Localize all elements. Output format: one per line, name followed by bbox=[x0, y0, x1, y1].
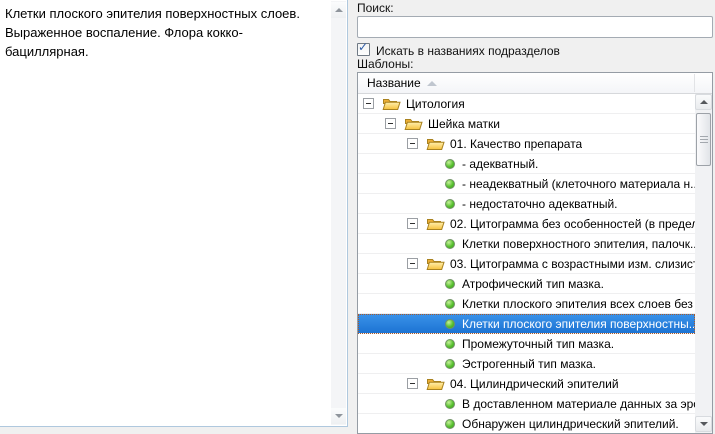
row-label: - недостаточно адекватный. bbox=[462, 197, 618, 211]
tree-row[interactable]: 01. Качество препарата bbox=[358, 134, 695, 154]
scroll-up-button[interactable] bbox=[695, 94, 712, 110]
green-dot-icon bbox=[445, 239, 455, 249]
collapse-minus-icon[interactable] bbox=[407, 218, 418, 229]
tree-row[interactable]: Шейка матки bbox=[358, 114, 695, 134]
templates-tree: Название Цитология Шейка матки 01. Качес… bbox=[357, 72, 713, 434]
tree-scrollbar[interactable] bbox=[695, 94, 712, 433]
templates-label: Шаблоны: bbox=[357, 57, 413, 71]
row-label: 04. Цилиндрический эпителий bbox=[450, 377, 619, 391]
indent-spacer bbox=[429, 278, 445, 289]
search-input[interactable] bbox=[357, 16, 713, 38]
green-dot-icon bbox=[445, 419, 455, 429]
tree-row[interactable]: 04. Цилиндрический эпителий bbox=[358, 374, 695, 394]
collapse-minus-icon[interactable] bbox=[407, 138, 418, 149]
green-dot-icon bbox=[445, 319, 455, 329]
collapse-minus-icon[interactable] bbox=[363, 98, 374, 109]
indent-spacer bbox=[429, 318, 445, 329]
indent-spacer bbox=[429, 158, 445, 169]
indent-spacer bbox=[429, 238, 445, 249]
indent-spacer bbox=[429, 338, 445, 349]
tree-row[interactable]: Клетки плоского эпителия всех слоев без … bbox=[358, 294, 695, 314]
open-folder-icon bbox=[404, 117, 423, 131]
indent-spacer bbox=[429, 398, 445, 409]
row-label: Атрофический тип мазка. bbox=[462, 277, 604, 291]
tree-row[interactable]: 02. Цитограмма без особенностей (в преде… bbox=[358, 214, 695, 234]
row-label: 02. Цитограмма без особенностей (в преде… bbox=[450, 217, 695, 231]
row-label: Цитология bbox=[406, 97, 465, 111]
row-label: 03. Цитограмма с возрастными изм. слизис… bbox=[450, 257, 695, 271]
open-folder-icon bbox=[382, 97, 401, 111]
column-header-label: Название bbox=[367, 76, 421, 90]
tree-row[interactable]: Клетки поверхностного эпителия, палочк..… bbox=[358, 234, 695, 254]
search-subfolders-label[interactable]: Искать в названиях подразделов bbox=[376, 44, 560, 58]
arrow-up-icon bbox=[335, 8, 343, 12]
row-label: Клетки плоского эпителия всех слоев без … bbox=[462, 297, 695, 311]
open-folder-icon bbox=[426, 257, 445, 271]
open-folder-icon bbox=[426, 137, 445, 151]
editor-scrollbar[interactable] bbox=[331, 1, 346, 425]
collapse-minus-icon[interactable] bbox=[407, 378, 418, 389]
green-dot-icon bbox=[445, 299, 455, 309]
scrollbar-thumb[interactable] bbox=[696, 113, 711, 166]
indent-spacer bbox=[429, 418, 445, 429]
tree-row[interactable]: Обнаружен цилиндрический эпителий. bbox=[358, 414, 695, 433]
arrow-down-icon bbox=[700, 422, 708, 426]
indent-spacer bbox=[429, 298, 445, 309]
column-separator bbox=[694, 74, 695, 92]
search-label: Поиск: bbox=[357, 1, 394, 15]
row-label: Промежуточный тип мазка. bbox=[462, 337, 614, 351]
row-label: - неадекватный (клеточного материала н..… bbox=[462, 177, 695, 191]
open-folder-icon bbox=[426, 377, 445, 391]
row-label: 01. Качество препарата bbox=[450, 137, 582, 151]
report-text-editor[interactable]: Клетки плоского эпителия поверхностных с… bbox=[0, 0, 348, 427]
arrow-up-icon bbox=[700, 100, 708, 104]
row-label: - адекватный. bbox=[462, 157, 538, 171]
tree-row[interactable]: 03. Цитограмма с возрастными изм. слизис… bbox=[358, 254, 695, 274]
green-dot-icon bbox=[445, 179, 455, 189]
open-folder-icon bbox=[426, 217, 445, 231]
tree-row[interactable]: Атрофический тип мазка. bbox=[358, 274, 695, 294]
indent-spacer bbox=[429, 178, 445, 189]
tree-rows: Цитология Шейка матки 01. Качество препа… bbox=[358, 94, 695, 433]
search-subfolders-checkbox[interactable]: ✓ bbox=[357, 43, 370, 56]
tree-row[interactable]: Эстрогенный тип мазка. bbox=[358, 354, 695, 374]
sort-ascending-icon bbox=[427, 81, 437, 86]
tree-row[interactable]: Цитология bbox=[358, 94, 695, 114]
tree-row[interactable]: Промежуточный тип мазка. bbox=[358, 334, 695, 354]
arrow-down-icon bbox=[335, 414, 343, 418]
row-label: Обнаружен цилиндрический эпителий. bbox=[462, 417, 679, 431]
green-dot-icon bbox=[445, 199, 455, 209]
indent-spacer bbox=[429, 358, 445, 369]
tree-column-header[interactable]: Название bbox=[358, 73, 712, 94]
scroll-up-button[interactable] bbox=[331, 2, 346, 18]
scroll-down-button[interactable] bbox=[331, 408, 346, 424]
green-dot-icon bbox=[445, 359, 455, 369]
row-label: Клетки плоского эпителия поверхностны... bbox=[462, 317, 695, 331]
green-dot-icon bbox=[445, 399, 455, 409]
green-dot-icon bbox=[445, 339, 455, 349]
row-label: Шейка матки bbox=[428, 117, 500, 131]
indent-spacer bbox=[429, 198, 445, 209]
scroll-down-button[interactable] bbox=[695, 416, 712, 432]
collapse-minus-icon[interactable] bbox=[385, 118, 396, 129]
green-dot-icon bbox=[445, 159, 455, 169]
green-dot-icon bbox=[445, 279, 455, 289]
report-text[interactable]: Клетки плоского эпителия поверхностных с… bbox=[5, 4, 325, 422]
tree-row[interactable]: - адекватный. bbox=[358, 154, 695, 174]
collapse-minus-icon[interactable] bbox=[407, 258, 418, 269]
checkmark-icon: ✓ bbox=[358, 41, 368, 54]
row-label: Клетки поверхностного эпителия, палочк..… bbox=[462, 237, 695, 251]
thumb-grip-icon bbox=[700, 136, 708, 144]
tree-row[interactable]: - недостаточно адекватный. bbox=[358, 194, 695, 214]
row-label: В доставленном материале данных за эро..… bbox=[462, 397, 695, 411]
tree-row[interactable]: В доставленном материале данных за эро..… bbox=[358, 394, 695, 414]
row-label: Эстрогенный тип мазка. bbox=[462, 357, 596, 371]
tree-row[interactable]: - неадекватный (клеточного материала н..… bbox=[358, 174, 695, 194]
tree-row[interactable]: Клетки плоского эпителия поверхностны... bbox=[358, 314, 695, 334]
